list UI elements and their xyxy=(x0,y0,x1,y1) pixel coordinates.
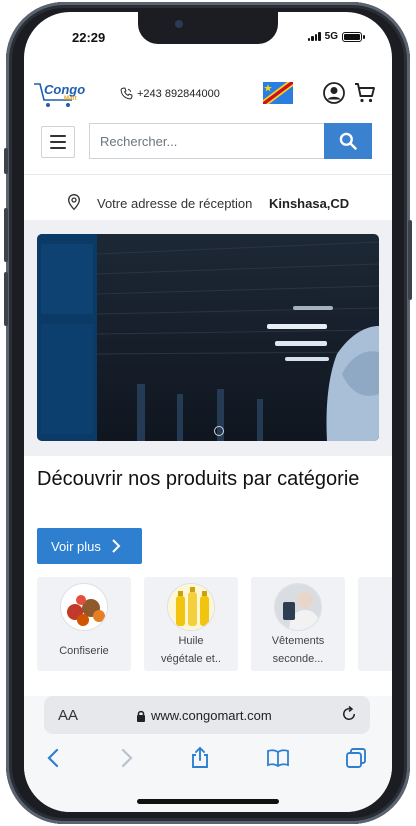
reload-icon[interactable] xyxy=(340,705,358,723)
category-thumb xyxy=(167,583,215,631)
section-title: Découvrir nos produits par catégorie xyxy=(37,468,360,490)
cart-icon[interactable] xyxy=(353,81,377,105)
category-name-line2: seconde... xyxy=(272,653,324,665)
aa-label: AA xyxy=(58,707,79,724)
search-input[interactable] xyxy=(89,123,326,159)
chevron-right-icon xyxy=(112,539,121,553)
signal-icon xyxy=(307,32,321,41)
browser-toolbar xyxy=(24,734,392,812)
url-display[interactable]: www.congomart.com xyxy=(136,708,272,723)
address-city: Kinshasa,CD xyxy=(269,196,350,211)
category-carousel: Confiserie Huile végétale et.. Vêtements… xyxy=(37,577,392,671)
battery-icon xyxy=(342,31,365,42)
category-thumb xyxy=(274,583,322,631)
address-field[interactable]: AA www.congomart.com xyxy=(44,696,370,734)
volume-up-button xyxy=(4,208,8,262)
status-time: 22:29 xyxy=(72,30,106,45)
category-name-line1: Vêtements xyxy=(271,635,325,647)
category-card-huile[interactable]: Huile végétale et.. xyxy=(144,577,238,671)
power-button xyxy=(408,220,412,300)
tabs-icon[interactable] xyxy=(344,746,368,770)
search-row xyxy=(24,122,392,162)
category-name-line1: Huile xyxy=(178,635,204,647)
search-button[interactable] xyxy=(324,123,372,159)
divider xyxy=(24,174,392,175)
network-label: 5G xyxy=(324,31,338,42)
category-card-confiserie[interactable]: Confiserie xyxy=(37,577,131,671)
logo-text: Congo xyxy=(44,82,86,97)
share-icon[interactable] xyxy=(188,746,212,770)
hero-banner-image[interactable] xyxy=(37,234,379,441)
location-pin-icon xyxy=(67,193,81,211)
banner-section xyxy=(24,220,392,456)
see-more-label: Voir plus xyxy=(51,538,101,554)
phone-contact[interactable]: +243 892844000 xyxy=(120,87,220,100)
user-icon[interactable] xyxy=(322,81,346,105)
reader-aa-button[interactable]: AA xyxy=(58,707,78,724)
category-name-line2: végétale et.. xyxy=(161,653,221,665)
home-indicator[interactable] xyxy=(137,799,279,804)
hamburger-icon[interactable] xyxy=(41,126,75,158)
bookmarks-icon[interactable] xyxy=(266,746,290,770)
notch xyxy=(138,12,278,44)
url-text: www.congomart.com xyxy=(151,708,272,723)
mute-switch xyxy=(4,148,8,174)
forward-icon[interactable] xyxy=(114,746,138,770)
search-icon xyxy=(339,132,357,150)
address-label: Votre adresse de réception xyxy=(97,196,253,211)
congomart-logo[interactable]: Congo Mart xyxy=(32,80,86,110)
category-thumb xyxy=(60,583,108,631)
lock-icon xyxy=(137,710,145,722)
category-name: Confiserie xyxy=(59,645,109,657)
logo-sub: Mart xyxy=(64,96,77,102)
status-icons: 5G xyxy=(307,31,365,42)
delivery-address[interactable]: Votre adresse de réception Kinshasa,CD xyxy=(24,188,392,218)
category-card-vetements[interactable]: Vêtements seconde... xyxy=(251,577,345,671)
see-more-button[interactable]: Voir plus xyxy=(37,528,142,564)
carousel-indicator[interactable] xyxy=(214,426,224,436)
screen: 22:29 5G Congo Mart +243 892844000 Reche… xyxy=(24,12,392,812)
back-icon[interactable] xyxy=(42,746,66,770)
drc-flag-icon[interactable] xyxy=(263,82,293,104)
volume-down-button xyxy=(4,272,8,326)
phone-icon xyxy=(120,87,133,100)
phone-number: +243 892844000 xyxy=(137,87,220,100)
site-header: Congo Mart +243 892844000 xyxy=(24,76,392,114)
camera-icon xyxy=(175,20,183,28)
category-card-partial[interactable] xyxy=(358,577,392,671)
